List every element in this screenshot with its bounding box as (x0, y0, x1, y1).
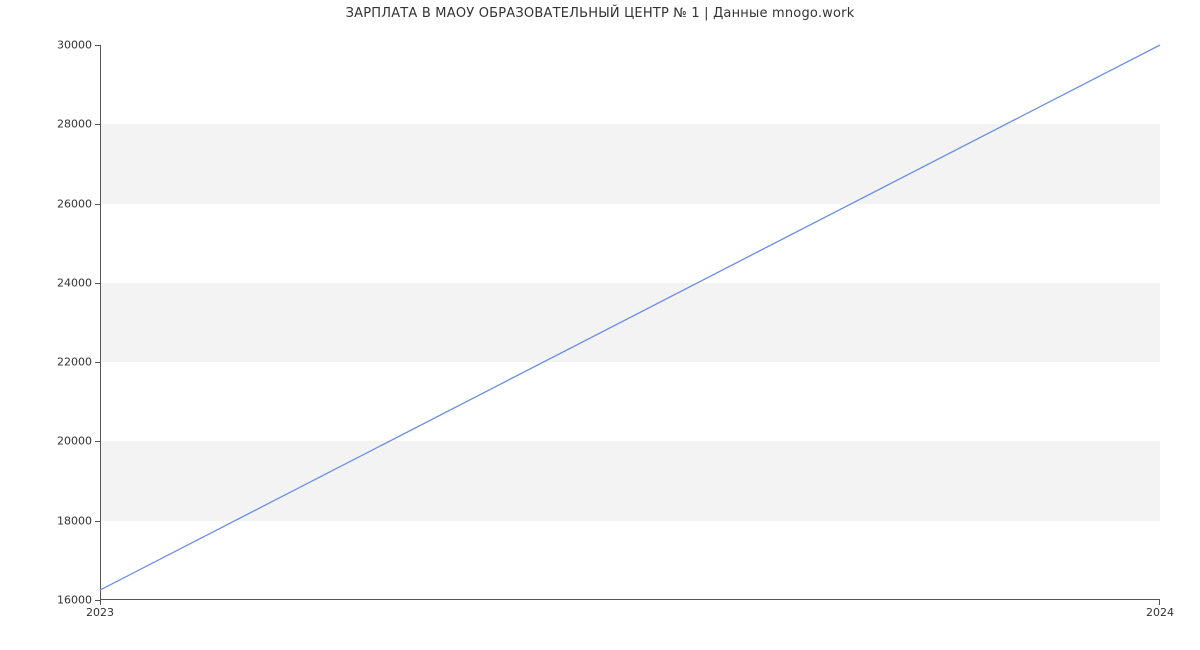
xtick-mark (100, 600, 101, 605)
ytick-label: 16000 (57, 594, 92, 607)
xtick-label: 2024 (1146, 606, 1174, 619)
ytick-label: 20000 (57, 435, 92, 448)
plot-area (100, 45, 1160, 600)
chart-title: ЗАРПЛАТА В МАОУ ОБРАЗОВАТЕЛЬНЫЙ ЦЕНТР № … (0, 6, 1200, 21)
series-salary (100, 45, 1160, 590)
xtick-label: 2023 (86, 606, 114, 619)
ytick-label: 28000 (57, 118, 92, 131)
line-series (100, 45, 1160, 600)
ytick-label: 22000 (57, 356, 92, 369)
xtick-mark (1159, 600, 1160, 605)
ytick-label: 26000 (57, 197, 92, 210)
ytick-label: 30000 (57, 39, 92, 52)
ytick-label: 18000 (57, 514, 92, 527)
ytick-label: 24000 (57, 276, 92, 289)
salary-line-chart: ЗАРПЛАТА В МАОУ ОБРАЗОВАТЕЛЬНЫЙ ЦЕНТР № … (0, 0, 1200, 650)
